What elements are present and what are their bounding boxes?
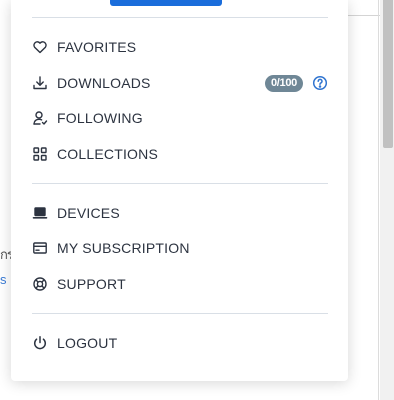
help-circle-icon[interactable] [312, 75, 328, 91]
menu-item-favorites[interactable]: FAVORITES [32, 34, 328, 60]
heart-icon [32, 39, 48, 55]
menu-divider [32, 183, 328, 184]
download-icon [32, 75, 48, 91]
lifebuoy-icon [32, 276, 48, 292]
account-dropdown-menu: FAVORITES DOWNLOADS 0/100 FOLLOWING COLL… [11, 0, 348, 381]
background-column-divider [378, 0, 379, 400]
menu-item-support[interactable]: SUPPORT [32, 271, 328, 297]
menu-item-downloads[interactable]: DOWNLOADS 0/100 [32, 70, 328, 96]
menu-item-label: DOWNLOADS [57, 75, 151, 91]
menu-item-label: FAVORITES [57, 39, 137, 55]
background-divider [348, 15, 380, 16]
menu-divider [32, 17, 328, 18]
power-icon [32, 335, 48, 351]
scrollbar-thumb[interactable] [383, 0, 393, 148]
menu-item-logout[interactable]: LOGOUT [32, 330, 328, 356]
grid-icon [32, 146, 48, 162]
menu-item-following[interactable]: FOLLOWING [32, 105, 328, 131]
laptop-icon [32, 205, 48, 221]
menu-divider [32, 313, 328, 314]
menu-item-label: FOLLOWING [57, 110, 143, 126]
menu-item-subscription[interactable]: MY SUBSCRIPTION [32, 235, 328, 261]
menu-item-label: SUPPORT [57, 276, 126, 292]
user-follow-icon [32, 110, 48, 126]
menu-item-label: DEVICES [57, 205, 120, 221]
menu-item-label: COLLECTIONS [57, 146, 158, 162]
downloads-count-badge: 0/100 [264, 75, 303, 92]
menu-item-label: LOGOUT [57, 335, 118, 351]
background-page-link[interactable]: s [0, 272, 7, 287]
credit-card-icon [32, 240, 48, 256]
menu-item-devices[interactable]: DEVICES [32, 200, 328, 226]
primary-action-button[interactable] [110, 0, 222, 6]
menu-item-label: MY SUBSCRIPTION [57, 240, 190, 256]
menu-item-collections[interactable]: COLLECTIONS [32, 141, 328, 167]
